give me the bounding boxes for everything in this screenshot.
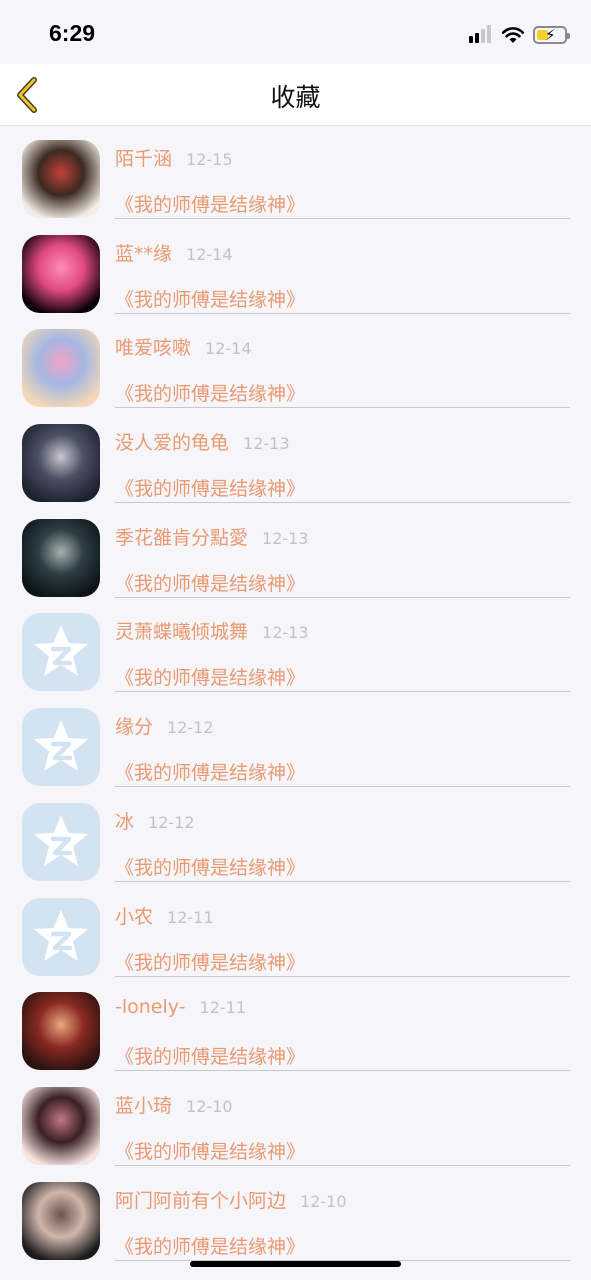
avatar[interactable] [22,329,100,408]
avatar[interactable] [22,140,100,218]
favorite-book-title[interactable]: 《我的师傅是结缘神》 [115,190,305,217]
favorite-book-title[interactable]: 《我的师傅是结缘神》 [115,1137,305,1164]
list-item[interactable]: -lonely- 12-11 《我的师傅是结缘神》 [0,978,591,1073]
date-label: 12-14 [186,244,233,264]
user-name: -lonely- 12-11 [115,996,246,1018]
date-label: 12-10 [300,1191,347,1211]
status-bar: 6:29 ⚡ [0,0,591,64]
date-label: 12-10 [186,1096,233,1116]
favorite-book-title[interactable]: 《我的师傅是结缘神》 [115,758,305,785]
list-item[interactable]: 陌千涵 12-15 《我的师傅是结缘神》 [0,126,591,221]
avatar[interactable] [22,518,100,597]
user-name-text: 唯爱咳嗽 [115,337,192,360]
date-label: 12-13 [262,528,309,548]
avatar[interactable] [22,234,100,313]
list-item[interactable]: 季花雒肯分點愛 12-13 《我的师傅是结缘神》 [0,505,591,600]
list-item[interactable]: 冰 12-12 《我的师傅是结缘神》 [0,789,591,884]
row-divider [115,786,570,788]
favorite-book-title[interactable]: 《我的师傅是结缘神》 [115,1042,305,1069]
avatar[interactable] [22,1086,100,1165]
user-name-text: 缘分 [115,716,154,739]
row-divider [115,691,570,693]
user-name-text: 蓝**缘 [115,242,173,265]
user-name-text: -lonely- [115,996,186,1019]
list-item[interactable]: 蓝**缘 12-14 《我的师傅是结缘神》 [0,221,591,316]
navigation-bar: 收藏 [0,64,591,126]
signal-icon [469,25,493,45]
status-time: 6:29 [49,20,96,46]
row-divider [115,975,570,977]
date-label: 12-13 [243,434,290,454]
user-name: 蓝**缘 12-14 [115,239,233,266]
date-label: 12-12 [167,718,214,738]
default-avatar-icon[interactable] [22,802,100,881]
user-name: 灵萧蝶曦倾城舞 12-13 [115,617,309,644]
favorite-book-title[interactable]: 《我的师傅是结缘神》 [115,663,305,690]
date-label: 12-11 [199,998,247,1018]
list-item[interactable]: 蓝小琦 12-10 《我的师傅是结缘神》 [0,1073,591,1168]
list-item[interactable]: 缘分 12-12 《我的师傅是结缘神》 [0,694,591,789]
user-name: 小农 12-11 [115,902,214,929]
date-label: 12-13 [262,623,309,643]
row-divider [115,1070,570,1072]
user-name: 陌千涵 12-15 [115,144,233,171]
wifi-icon [501,27,525,43]
favorite-book-title[interactable]: 《我的师傅是结缘神》 [115,853,305,880]
home-indicator[interactable] [190,1261,401,1267]
row-divider [115,218,570,219]
avatar[interactable] [22,992,100,1071]
row-divider [115,880,570,882]
favorites-list: 陌千涵 12-15 《我的师傅是结缘神》 蓝**缘 12-14 《我的师傅是结缘神》 唯爱咳… [0,126,591,1262]
row-divider [115,1164,570,1166]
user-name-text: 蓝小琦 [115,1094,173,1117]
favorite-book-title[interactable]: 《我的师傅是结缘神》 [115,379,305,406]
user-name-text: 冰 [115,810,135,833]
date-label: 12-11 [167,907,214,927]
user-name: 季花雒肯分點愛 12-13 [115,523,309,550]
list-item[interactable]: 灵萧蝶曦倾城舞 12-13 《我的师傅是结缘神》 [0,599,591,694]
user-name-text: 季花雒肯分點愛 [115,526,249,549]
user-name: 没人爱的龟龟 12-13 [115,428,290,455]
user-name-text: 小农 [115,905,154,928]
date-label: 12-14 [205,339,252,359]
date-label: 12-15 [186,150,233,169]
default-avatar-icon[interactable] [22,708,100,787]
favorite-book-title[interactable]: 《我的师傅是结缘神》 [115,569,305,596]
avatar[interactable] [22,1181,100,1260]
list-item[interactable]: 没人爱的龟龟 12-13 《我的师傅是结缘神》 [0,410,591,505]
default-avatar-icon[interactable] [22,613,100,692]
user-name-text: 阿门阿前有个小阿边 [115,1189,287,1212]
favorite-book-title[interactable]: 《我的师傅是结缘神》 [115,474,305,501]
list-item[interactable]: 阿门阿前有个小阿边 12-10 《我的师傅是结缘神》 [0,1168,591,1263]
favorite-book-title[interactable]: 《我的师傅是结缘神》 [115,285,305,312]
user-name: 阿门阿前有个小阿边 12-10 [115,1186,347,1213]
default-avatar-icon[interactable] [22,897,100,976]
user-name-text: 陌千涵 [115,148,173,170]
user-name: 冰 12-12 [115,807,195,834]
user-name-text: 灵萧蝶曦倾城舞 [115,621,249,644]
list-item[interactable]: 唯爱咳嗽 12-14 《我的师傅是结缘神》 [0,315,591,410]
user-name: 蓝小琦 12-10 [115,1091,233,1118]
user-name-text: 没人爱的龟龟 [115,432,230,455]
user-name: 唯爱咳嗽 12-14 [115,333,252,360]
row-divider [115,596,570,598]
row-divider [115,407,570,409]
row-divider [115,502,570,504]
avatar[interactable] [22,424,100,503]
page-title: 收藏 [270,83,321,112]
user-name: 缘分 12-12 [115,712,214,739]
battery-icon: ⚡ [533,26,570,44]
status-icons: ⚡ [469,24,570,46]
favorite-book-title[interactable]: 《我的师傅是结缘神》 [115,1232,305,1259]
list-item[interactable]: 小农 12-11 《我的师傅是结缘神》 [0,884,591,979]
favorite-book-title[interactable]: 《我的师傅是结缘神》 [115,948,305,975]
row-divider [115,312,570,314]
date-label: 12-12 [148,812,195,832]
